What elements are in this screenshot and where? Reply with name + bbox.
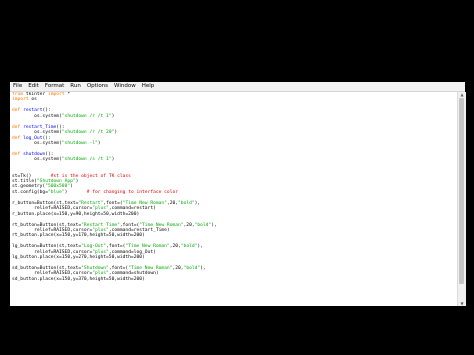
menu-window[interactable]: Window: [111, 82, 139, 91]
down-arrow-icon[interactable]: ▼: [458, 301, 466, 306]
code-token: "shutdown /r /t 20": [61, 130, 115, 136]
code-token: rt_button.place(x=150,y=170,height=50,wi…: [12, 233, 145, 239]
code-token: st.geometry(: [12, 184, 46, 190]
code-token: ,20,: [169, 244, 181, 250]
code-token: ),: [200, 266, 206, 271]
code-token: "bold": [183, 266, 201, 271]
menu-options[interactable]: Options: [84, 82, 111, 91]
code-token: ,command=shutdown): [108, 271, 159, 277]
code-token: "plus": [92, 206, 109, 212]
code-token: os.system(: [12, 113, 62, 119]
code-token: "Log-Out": [81, 244, 107, 250]
code-token: "shutdown /s /t 1": [61, 157, 112, 163]
menu-help[interactable]: Help: [139, 82, 158, 91]
code-token: ,20,: [166, 200, 179, 206]
code-token: # for changing to interface color: [86, 189, 178, 195]
code-token: "Restart": [78, 200, 104, 206]
code-token: "Time New Roman": [139, 222, 184, 228]
code-token: ),: [197, 244, 203, 250]
code-token: os.system(: [12, 130, 62, 136]
code-token: "bold": [178, 200, 195, 206]
code-token: ,20,: [172, 266, 184, 271]
menu-bar: File Edit Format Run Options Window Help: [10, 82, 465, 92]
menu-format[interactable]: Format: [42, 82, 67, 91]
code-token: *: [64, 92, 71, 97]
code-token: r_button.place(x=150,y=90,height=50,widt…: [12, 211, 140, 217]
code-token: ): [75, 179, 79, 184]
code-token: os.system(: [12, 157, 62, 163]
code-token: ): [114, 130, 118, 136]
code-token: "bold": [194, 222, 212, 228]
code-token: rt_button=Button(st,text=: [12, 222, 82, 228]
code-token: restart_Time: [23, 124, 57, 130]
code-token: "bold": [180, 244, 198, 250]
code-token: ,20,: [183, 222, 195, 228]
code-token: os.system(: [12, 140, 62, 146]
code-token: ),: [211, 222, 217, 228]
code-token: ,command=restart): [108, 206, 156, 212]
menu-run[interactable]: Run: [67, 82, 84, 91]
code-token: log_Out: [23, 135, 43, 141]
code-token: ,font=(: [103, 200, 123, 206]
code-token: import: [12, 97, 29, 103]
vertical-scrollbar[interactable]: ▲ ▼: [457, 92, 466, 306]
code-token: "blue": [47, 189, 65, 195]
code-token: ): [64, 189, 87, 195]
menu-edit[interactable]: Edit: [25, 82, 42, 91]
code-token: ():: [42, 108, 51, 114]
code-token: relief=RAISED,cursor=: [12, 206, 93, 212]
code-token: lg_button.place(x=150,y=270,height=50,wi…: [12, 255, 145, 261]
code-token: relief=RAISED,cursor=: [12, 249, 93, 255]
code-token: ): [111, 113, 115, 119]
code-token: ): [70, 184, 73, 190]
scroll-thumb[interactable]: [459, 98, 464, 284]
code-token: ,command=log_Out): [108, 249, 156, 255]
code-token: "shutdown -l": [61, 140, 98, 146]
code-editor[interactable]: from tkinter import * import os def resta…: [10, 92, 457, 306]
code-token: os: [28, 97, 37, 103]
code-token: ): [111, 157, 115, 163]
code-token: ():: [42, 135, 51, 141]
code-token: ():: [56, 124, 65, 130]
code-token: restart: [23, 108, 43, 114]
code-token: "Time New Roman": [125, 244, 170, 250]
code-token: #st is the object of TK class: [50, 173, 131, 179]
code-token: st=Tk(): [12, 173, 51, 179]
code-token: "500x500": [45, 184, 71, 190]
code-token: sd_button.place(x=150,y=370,height=50,wi…: [12, 276, 145, 282]
code-token: ,font=(: [119, 222, 140, 228]
code-token: "plus": [92, 249, 109, 255]
code-token: ): [97, 140, 101, 146]
code-token: "plus": [92, 271, 109, 277]
code-token: r_button=Button(st,text=: [12, 200, 79, 206]
up-arrow-icon[interactable]: ▲: [458, 92, 466, 97]
menu-file[interactable]: File: [10, 82, 25, 91]
code-token: relief=RAISED,cursor=: [12, 271, 93, 277]
code-token: ),: [194, 200, 201, 206]
code-token: "Restart Time": [81, 222, 120, 228]
code-token: import: [47, 92, 65, 97]
code-token: "Time New Roman": [122, 200, 167, 206]
code-token: st.config(bg=: [12, 189, 48, 195]
code-token: "shutdown /r /t 1": [61, 113, 112, 119]
idle-editor-window: File Edit Format Run Options Window Help…: [10, 82, 466, 306]
code-token: ,font=(: [106, 244, 126, 250]
code-line: sd_button.place(x=150,y=370,height=50,wi…: [10, 277, 457, 282]
code-token: lg_button=Button(st,text=: [12, 244, 82, 250]
